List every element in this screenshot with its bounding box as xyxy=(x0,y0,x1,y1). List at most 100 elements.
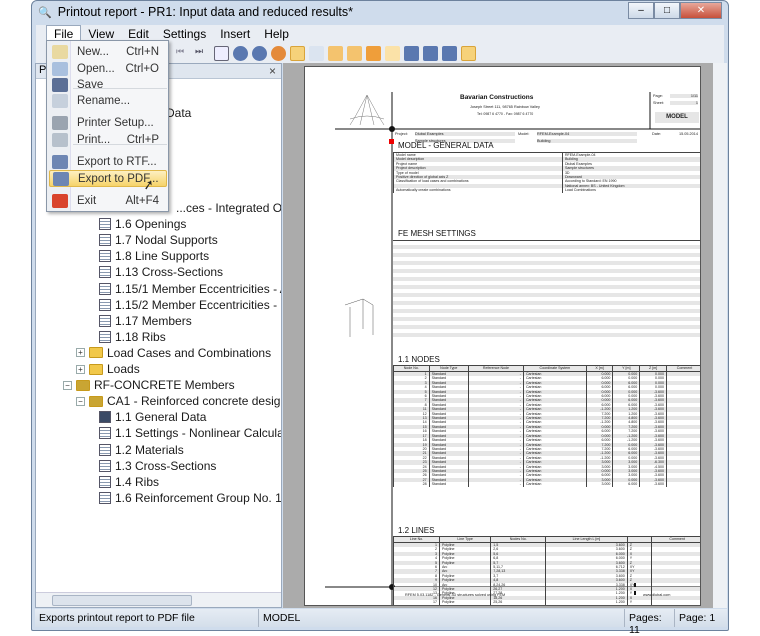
tree-item[interactable]: 1.2 Materials xyxy=(99,442,184,458)
maximize-button[interactable]: □ xyxy=(654,2,680,19)
table-cell: 3.000 xyxy=(585,482,613,487)
tree-item[interactable]: ...ces - Integrated Objects xyxy=(176,200,281,216)
menu-item-print[interactable]: Print... Ctrl+P xyxy=(49,131,167,148)
link-icon-3[interactable] xyxy=(442,45,457,61)
menu-item-printer-setup[interactable]: Printer Setup... xyxy=(49,114,167,131)
expand-icon[interactable]: + xyxy=(76,348,85,358)
table-cell: 18 xyxy=(393,604,440,605)
panel-close-icon[interactable]: × xyxy=(269,64,276,78)
date-label: Date: xyxy=(652,132,662,136)
table-cell: Polyline xyxy=(438,604,491,605)
tree-item-label: 1.2 Materials xyxy=(115,442,184,457)
table-cell: Load Combinations xyxy=(561,188,700,193)
tree-item[interactable]: 1.15/1 Member Eccentricities - Absolute xyxy=(99,281,281,297)
menu-item-shortcut: Ctrl+P xyxy=(126,133,159,146)
table-icon xyxy=(99,411,111,424)
link-icon-1[interactable] xyxy=(404,45,419,61)
new-icon xyxy=(52,44,68,59)
minimize-button[interactable]: – xyxy=(628,2,654,19)
module-folder-icon xyxy=(76,379,90,391)
tree-item[interactable]: − RF-CONCRETE Members xyxy=(63,377,235,393)
last-page-icon[interactable]: ⏭ xyxy=(195,46,210,61)
printer-setup-icon xyxy=(52,115,68,130)
fe-mesh-table xyxy=(393,240,700,340)
collapse-icon[interactable]: − xyxy=(63,380,72,390)
tree-item-label: 1.6 Reinforcement Group No. 1 xyxy=(115,490,281,505)
section-general-data: MODEL - GENERAL DATA xyxy=(398,141,494,150)
tree-item[interactable]: 1.6 Reinforcement Group No. 1 xyxy=(99,490,281,506)
expand-icon[interactable]: + xyxy=(76,364,85,374)
tree-item-partial[interactable]: Data xyxy=(166,105,191,121)
zoom-in-icon[interactable] xyxy=(233,45,248,61)
table-cell: Automatically create combinations xyxy=(393,188,563,193)
first-page-icon[interactable]: ⏮ xyxy=(176,46,191,61)
tree-item[interactable]: 1.8 Line Supports xyxy=(99,248,209,264)
page-value: 1/11 xyxy=(670,94,698,98)
tree-item[interactable]: − CA1 - Reinforced concrete design of mem… xyxy=(76,393,281,409)
page-icon-3[interactable] xyxy=(366,45,381,61)
table-cell xyxy=(666,482,700,487)
company-name: Bavarian Constructions xyxy=(460,94,534,101)
tree-item[interactable]: 1.3 Cross-Sections xyxy=(99,458,216,474)
tree-item-label: CA1 - Reinforced concrete design of memb… xyxy=(107,394,281,409)
title-bar: 🔍 Printout report - PR1: Input data and … xyxy=(32,1,728,23)
menu-item-rename[interactable]: Rename... xyxy=(49,92,167,109)
horizontal-scrollbar[interactable] xyxy=(36,592,281,607)
page-icon-4[interactable] xyxy=(385,45,400,61)
tree-item[interactable]: 1.4 Ribs xyxy=(99,474,159,490)
rename-icon xyxy=(52,93,68,108)
table-cell xyxy=(651,604,700,605)
zoom-options-icon[interactable] xyxy=(271,45,286,61)
tree-item[interactable]: 1.15/2 Member Eccentricities - Relative xyxy=(99,297,281,313)
module-folder-icon xyxy=(89,395,103,407)
table-cell: 20,21 xyxy=(490,604,546,605)
menu-item-save[interactable]: Save xyxy=(49,76,167,93)
menu-item-exit[interactable]: Exit Alt+F4 xyxy=(49,192,167,209)
export-pdf-icon xyxy=(53,171,69,186)
tree-item[interactable]: 1.6 Openings xyxy=(99,216,186,232)
select-icon[interactable] xyxy=(309,45,324,61)
table-icon xyxy=(99,234,111,247)
tree-item-label: 1.4 Ribs xyxy=(115,474,160,489)
tree-item[interactable]: 1.18 Ribs xyxy=(99,329,166,345)
status-hint: Exports printout report to PDF file xyxy=(35,609,259,627)
tree-item[interactable]: 1.17 Members xyxy=(99,313,192,329)
status-section: MODEL xyxy=(259,609,625,627)
table-icon xyxy=(99,314,111,327)
tree-item[interactable]: 1.1 Settings - Nonlinear Calculation (St… xyxy=(99,425,281,441)
sheet-label: Sheet: xyxy=(653,101,664,105)
menu-help[interactable]: Help xyxy=(257,26,296,42)
tree-item[interactable]: 1.13 Cross-Sections xyxy=(99,264,223,280)
help-icon[interactable] xyxy=(461,45,476,61)
vertical-scrollbar[interactable] xyxy=(713,63,727,608)
tree-item-label: 1.6 Openings xyxy=(115,217,187,232)
collapse-icon[interactable]: − xyxy=(76,396,85,406)
scrollbar-thumb[interactable] xyxy=(52,595,192,606)
table-cell: Cartesian xyxy=(522,482,587,487)
page-icon-1[interactable] xyxy=(328,45,343,61)
tree-item-label: 1.1 General Data xyxy=(115,410,207,425)
table-icon xyxy=(99,491,111,504)
menu-insert[interactable]: Insert xyxy=(213,26,257,42)
project-value: Dlubal Examples xyxy=(415,132,515,136)
tree-item[interactable]: + Load Cases and Combinations xyxy=(76,345,271,361)
menu-item-new[interactable]: New... Ctrl+N xyxy=(49,43,167,60)
folder-icon xyxy=(89,363,103,375)
table-icon xyxy=(99,427,111,440)
link-icon-2[interactable] xyxy=(423,45,438,61)
menu-item-shortcut: Alt+F4 xyxy=(125,194,159,207)
goto-page-icon[interactable] xyxy=(214,45,229,61)
table-icon xyxy=(99,266,111,279)
table-cell: Standard xyxy=(428,482,469,487)
tree-item[interactable]: 1.1 General Data xyxy=(99,409,206,425)
page-icon-2[interactable] xyxy=(347,45,362,61)
close-button[interactable]: ✕ xyxy=(680,2,722,19)
menu-item-open[interactable]: Open... Ctrl+O xyxy=(49,60,167,77)
tree-item[interactable]: + Loads xyxy=(76,361,140,377)
zoom-out-icon[interactable] xyxy=(252,45,267,61)
pan-icon[interactable] xyxy=(290,45,305,61)
table-cell: 6.000 xyxy=(612,482,640,487)
menu-item-export-rtf[interactable]: Export to RTF... xyxy=(49,153,167,170)
project-label: Project: xyxy=(395,132,408,136)
tree-item[interactable]: 1.7 Nodal Supports xyxy=(99,232,218,248)
